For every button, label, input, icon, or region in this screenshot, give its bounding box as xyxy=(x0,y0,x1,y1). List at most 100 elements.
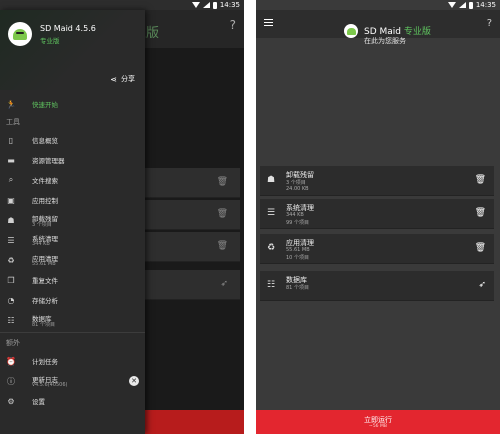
copy-icon: ❐ xyxy=(7,275,15,285)
phone-icon: ▯ xyxy=(8,135,14,145)
menu-sublabel: v4.5.6(40506) xyxy=(32,382,68,388)
run-now-button[interactable]: 立即运行 ~56 MB xyxy=(256,410,500,434)
app-logo xyxy=(344,24,358,38)
menu-system[interactable]: ☰ 系统清理 344 KB xyxy=(0,230,145,250)
menu-label: 设置 xyxy=(32,398,45,406)
background-card: 🗑 xyxy=(145,232,240,262)
menu-label: 重复文件 xyxy=(32,277,58,285)
edition-label: 专业版 xyxy=(40,37,60,45)
menu-label: 资源管理器 xyxy=(32,157,65,165)
clock: 14:35 xyxy=(219,1,240,9)
share-button[interactable]: ⋖ 分享 xyxy=(110,74,135,84)
menu-label: 信息概览 xyxy=(32,137,58,145)
info-icon: ⓘ xyxy=(7,376,15,386)
menu-duplicates[interactable]: ❐ 重复文件 xyxy=(0,270,145,290)
delete-icon[interactable]: 🗑 xyxy=(475,243,486,253)
status-bar: 14:35 xyxy=(0,0,244,10)
card-corpse[interactable]: ☗ 卸载残留 3 个项目 24.00 KB 🗑 xyxy=(260,166,494,196)
card-detail: 24.00 KB xyxy=(286,186,309,192)
menu-sublabel: 81 个项目 xyxy=(32,322,55,328)
list-icon: ☰ xyxy=(266,208,276,218)
share-label: 分享 xyxy=(121,75,135,83)
apps-icon: ▣ xyxy=(7,195,15,205)
help-button[interactable]: ? xyxy=(487,18,492,29)
droid-logo-icon xyxy=(346,27,356,35)
search-icon: ⌕ xyxy=(8,175,14,184)
section-extra: 额外 xyxy=(6,339,20,347)
alarm-icon: ⏰ xyxy=(6,356,16,366)
menu-divider xyxy=(0,332,145,333)
gear-icon: ⚙ xyxy=(7,396,15,406)
menu-explorer[interactable]: ▬ 资源管理器 xyxy=(0,150,145,170)
app-avatar xyxy=(8,22,32,46)
background-run-bar xyxy=(145,410,244,434)
menu-label: 应用控制 xyxy=(32,197,58,205)
section-tools: 工具 xyxy=(6,118,20,126)
clock: 14:35 xyxy=(475,1,496,9)
menu-appcleaner[interactable]: ♻ 应用清理 55.61 MB xyxy=(0,250,145,270)
card-detail: 10 个项目 xyxy=(286,255,309,261)
folder-icon: ▬ xyxy=(7,155,15,165)
menu-label: 存储分析 xyxy=(32,297,58,305)
app-title-pro: 专业版 xyxy=(403,27,431,37)
rocket-icon[interactable]: ➶ xyxy=(478,280,486,290)
menu-sublabel: 55.61 MB xyxy=(32,261,56,267)
drawer-menu: 🏃 快速开始 工具 ▯ 信息概览 ▬ 资源管理器 ⌕ 文件搜索 ▣ 应用控制 ☗ 卸载残留 3 个项… xyxy=(0,94,145,411)
list-icon: ☰ xyxy=(7,235,15,245)
left-screen: 14:35 专业版 ? 🗑 🗑 🗑 ➶ SD Maid 4.5.6 专业版 ⋖ … xyxy=(0,0,244,434)
status-bar: 14:35 xyxy=(256,0,500,10)
signal-icon xyxy=(458,2,466,8)
menu-label: 计划任务 xyxy=(32,358,58,366)
background-card: ➶ xyxy=(145,270,240,300)
run-now-size: ~56 MB xyxy=(369,424,387,429)
menu-sublabel: 344 KB xyxy=(32,241,50,247)
ghost-icon: ☗ xyxy=(266,175,276,185)
runner-icon: 🏃 xyxy=(6,99,16,109)
menu-overview[interactable]: ▯ 信息概览 xyxy=(0,130,145,150)
card-detail: 3 个项目 xyxy=(286,180,306,186)
wifi-icon xyxy=(191,2,200,8)
menu-appcontrol[interactable]: ▣ 应用控制 xyxy=(0,190,145,210)
delete-icon[interactable]: 🗑 xyxy=(475,208,486,218)
share-icon: ⋖ xyxy=(110,74,117,84)
card-appcleaner[interactable]: ♻ 应用清理 55.61 MB 10 个项目 🗑 xyxy=(260,234,494,264)
right-screen: 14:35 SD Maid 专业版 在此为您服务 ? ☗ 卸载残留 3 个项目 24.… xyxy=(256,0,500,434)
rocket-icon: ➶ xyxy=(220,279,228,289)
app-bar: SD Maid 专业版 在此为您服务 ? xyxy=(256,10,500,45)
help-button[interactable]: ? xyxy=(230,18,236,32)
battery-icon xyxy=(468,1,473,9)
menu-scheduler[interactable]: ⏰ 计划任务 xyxy=(0,351,145,371)
droid-logo-icon xyxy=(13,28,27,40)
battery-icon xyxy=(212,1,217,9)
menu-quickstart[interactable]: 🏃 快速开始 xyxy=(0,94,145,114)
wifi-icon xyxy=(447,2,456,8)
card-detail: 81 个项目 xyxy=(286,285,309,291)
recycle-icon: ♻ xyxy=(7,255,15,265)
menu-label: 文件搜索 xyxy=(32,177,58,185)
card-database[interactable]: ☷ 数据库 81 个项目 ➶ xyxy=(260,271,494,301)
background-card: 🗑 xyxy=(145,168,240,198)
card-detail: 344 KB xyxy=(286,212,304,218)
card-system[interactable]: ☰ 系统清理 344 KB 99 个项目 🗑 xyxy=(260,199,494,229)
menu-search[interactable]: ⌕ 文件搜索 xyxy=(0,170,145,190)
menu-storage[interactable]: ◔ 存储分析 xyxy=(0,290,145,310)
card-detail: 99 个项目 xyxy=(286,220,309,226)
menu-icon[interactable] xyxy=(264,19,273,28)
menu-changelog[interactable]: ⓘ 更新日志 v4.5.6(40506) ✕ xyxy=(0,371,145,391)
app-subtitle: 在此为您服务 xyxy=(364,37,406,45)
app-name: SD Maid 4.5.6 xyxy=(40,24,96,33)
signal-icon xyxy=(202,2,210,8)
ghost-icon: ☗ xyxy=(7,215,15,225)
database-icon: ☷ xyxy=(266,280,276,290)
menu-corpse[interactable]: ☗ 卸载残留 3 个项目 xyxy=(0,210,145,230)
pie-icon: ◔ xyxy=(7,295,15,305)
background-card: 🗑 xyxy=(145,200,240,230)
delete-icon: 🗑 xyxy=(216,177,228,187)
close-icon[interactable]: ✕ xyxy=(129,376,139,386)
delete-icon: 🗑 xyxy=(216,241,228,251)
delete-icon[interactable]: 🗑 xyxy=(475,175,486,185)
drawer-header: SD Maid 4.5.6 专业版 ⋖ 分享 xyxy=(0,10,145,90)
menu-settings[interactable]: ⚙ 设置 xyxy=(0,391,145,411)
menu-database[interactable]: ☷ 数据库 81 个项目 xyxy=(0,310,145,330)
tool-card-list: ☗ 卸载残留 3 个项目 24.00 KB 🗑 ☰ 系统清理 344 KB 99 个项目 🗑 ♻ 应用… xyxy=(256,48,500,410)
